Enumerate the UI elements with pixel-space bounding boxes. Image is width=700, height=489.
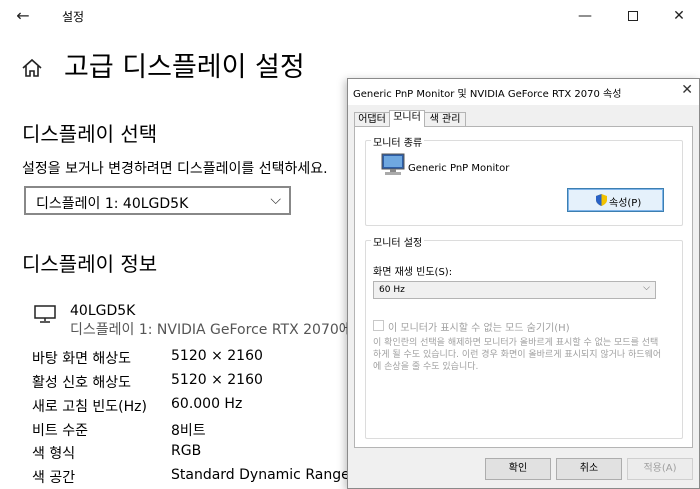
info-key: 비트 수준 — [32, 423, 88, 439]
info-key: 새로 고침 빈도(Hz) — [32, 399, 147, 415]
tab-color-management[interactable]: 색 관리 — [424, 112, 466, 126]
info-row: 색 형식 RGB — [32, 443, 352, 465]
monitor-type-name: Generic PnP Monitor — [408, 163, 510, 174]
info-row: 색 공간 Standard Dynamic Range(SDR) — [32, 467, 352, 489]
info-key: 색 형식 — [32, 446, 76, 462]
group-label: 모니터 설정 — [371, 234, 425, 249]
monitor-settings-group: 모니터 설정 화면 재생 빈도(S): 60 Hz ⌵ 이 모니터가 표시할 수… — [365, 234, 683, 439]
info-row: 바탕 화면 해상도 5120 × 2160 — [32, 348, 352, 370]
info-value: RGB — [171, 443, 202, 459]
monitor-tab-panel: 모니터 종류 Generic PnP Monitor 속성(P) 모니터 설정 … — [354, 126, 693, 448]
title-bar: ← 설정 — ✕ — [0, 0, 700, 32]
refresh-rate-select[interactable]: 60 Hz ⌵ — [373, 281, 656, 299]
info-value: Standard Dynamic Range(SDR) — [171, 467, 351, 483]
monitor-name: 40LGD5K — [70, 303, 136, 319]
info-value: 5120 × 2160 — [171, 372, 263, 388]
close-icon[interactable]: ✕ — [681, 81, 693, 99]
info-key: 색 공간 — [32, 470, 76, 486]
tab-adapter[interactable]: 어댑터 — [354, 112, 390, 126]
select-display-description: 설정을 보거나 변경하려면 디스플레이를 선택하세요. — [22, 161, 328, 177]
info-row: 비트 수준 8비트 — [32, 420, 352, 442]
monitor-icon — [34, 305, 56, 323]
cancel-button[interactable]: 취소 — [556, 458, 622, 480]
group-label: 모니터 종류 — [371, 134, 425, 149]
minimize-button[interactable]: — — [562, 0, 608, 32]
refresh-rate-label: 화면 재생 빈도(S): — [373, 267, 453, 278]
maximize-button[interactable] — [610, 0, 656, 32]
close-button[interactable]: ✕ — [656, 0, 700, 32]
display-select-value: 디스플레이 1: 40LGD5K — [36, 196, 189, 212]
back-arrow-icon[interactable]: ← — [12, 6, 34, 26]
properties-button[interactable]: 속성(P) — [567, 188, 664, 212]
properties-button-label: 속성(P) — [609, 198, 642, 209]
monitor-type-group: 모니터 종류 Generic PnP Monitor 속성(P) — [365, 134, 683, 226]
info-value: 8비트 — [171, 423, 206, 439]
info-row: 활성 신호 해상도 5120 × 2160 — [32, 372, 352, 394]
home-icon[interactable] — [20, 56, 44, 80]
display-info-heading: 디스플레이 정보 — [22, 252, 158, 276]
chevron-down-icon: ⌵ — [643, 283, 650, 293]
window-title: 설정 — [62, 10, 85, 24]
hide-modes-label: 이 모니터가 표시할 수 없는 모드 숨기기(H) — [388, 323, 570, 334]
dialog-title-bar: Generic PnP Monitor 및 NVIDIA GeForce RTX… — [348, 79, 699, 105]
dialog-title: Generic PnP Monitor 및 NVIDIA GeForce RTX… — [353, 89, 622, 100]
monitor-properties-dialog: Generic PnP Monitor 및 NVIDIA GeForce RTX… — [347, 78, 700, 489]
chevron-down-icon: ⌵ — [270, 192, 281, 208]
shield-icon — [596, 194, 607, 206]
warning-text: 이 확인란의 선택을 해제하면 모니터가 올바르게 표시할 수 없는 모드를 선… — [373, 338, 662, 372]
monitor-icon — [381, 153, 405, 175]
hide-modes-checkbox[interactable] — [373, 320, 384, 331]
monitor-connection: 디스플레이 1: NVIDIA GeForce RTX 2070에 연결됨 — [70, 322, 350, 338]
select-display-heading: 디스플레이 선택 — [22, 122, 158, 146]
info-value: 5120 × 2160 — [171, 348, 263, 364]
page-title: 고급 디스플레이 설정 — [64, 52, 305, 83]
info-key: 바탕 화면 해상도 — [32, 351, 132, 367]
display-select-dropdown[interactable]: 디스플레이 1: 40LGD5K ⌵ — [24, 186, 291, 215]
info-row: 새로 고침 빈도(Hz) 60.000 Hz — [32, 396, 352, 418]
tab-monitor[interactable]: 모니터 — [389, 110, 425, 127]
ok-button[interactable]: 확인 — [485, 458, 551, 480]
info-key: 활성 신호 해상도 — [32, 375, 132, 391]
refresh-rate-value: 60 Hz — [379, 285, 405, 295]
apply-button[interactable]: 적용(A) — [627, 458, 693, 480]
info-value: 60.000 Hz — [171, 396, 243, 412]
